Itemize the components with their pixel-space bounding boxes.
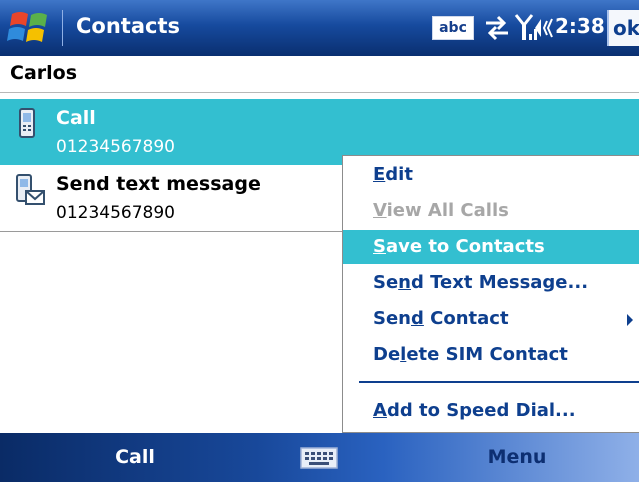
submenu-arrow-icon xyxy=(627,314,633,326)
keyboard-icon[interactable] xyxy=(300,447,338,469)
context-menu: Edit View All Calls Save to Contacts Sen… xyxy=(342,155,639,433)
menu-separator xyxy=(359,381,639,383)
menu-item-send-contact[interactable]: Send Contact xyxy=(343,302,639,336)
menu-item-save-to-contacts[interactable]: Save to Contacts xyxy=(343,230,639,264)
volume-icon[interactable] xyxy=(533,16,555,44)
contact-name: Carlos xyxy=(10,62,78,84)
menu-item-label: Send Contact xyxy=(373,308,509,329)
app-title: Contacts xyxy=(76,14,180,38)
connectivity-icon[interactable] xyxy=(482,14,512,46)
menu-item-add-to-speed-dial[interactable]: Add to Speed Dial... xyxy=(343,394,639,428)
list-item-title: Call xyxy=(56,107,96,129)
clock[interactable]: 2:38 xyxy=(555,14,605,38)
left-softkey-call[interactable]: Call xyxy=(70,433,200,482)
list-item-title: Send text message xyxy=(56,173,261,195)
menu-item-send-text-message[interactable]: Send Text Message... xyxy=(343,266,639,300)
abc-input-icon[interactable]: abc xyxy=(432,16,474,40)
mobile-phone-icon xyxy=(14,107,42,141)
sms-message-icon xyxy=(14,173,45,207)
title-separator xyxy=(62,10,63,46)
windows-start-icon[interactable] xyxy=(6,6,56,50)
list-item-number: 01234567890 xyxy=(56,203,175,223)
list-item-number: 01234567890 xyxy=(56,137,175,157)
title-bar: Contacts abc 2:38 ok xyxy=(0,0,639,56)
right-softkey-menu[interactable]: Menu xyxy=(432,433,602,482)
ok-button[interactable]: ok xyxy=(607,10,639,46)
menu-item-view-all-calls[interactable]: View All Calls xyxy=(343,194,639,228)
menu-item-delete-sim-contact[interactable]: Delete SIM Contact xyxy=(343,338,639,372)
divider xyxy=(0,92,639,93)
softkey-bar: Call Menu xyxy=(0,433,639,482)
menu-item-edit[interactable]: Edit xyxy=(343,158,639,192)
